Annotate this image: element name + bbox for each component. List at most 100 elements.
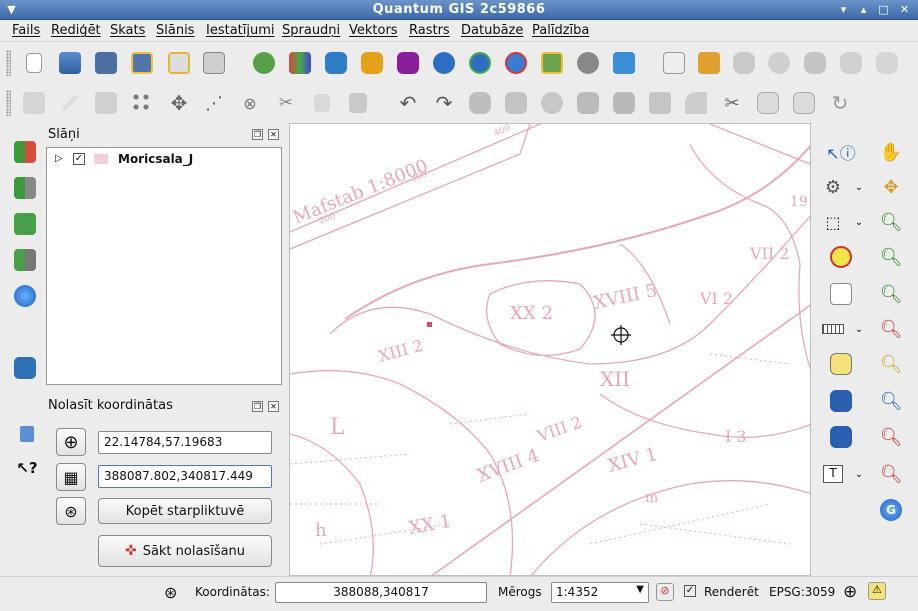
redo-icon[interactable]: ↷ — [430, 89, 458, 117]
change-label-icon[interactable] — [873, 49, 901, 77]
offset-curve-icon[interactable] — [682, 89, 710, 117]
new-shapefile-icon[interactable] — [538, 49, 566, 77]
close-panel-icon[interactable]: ✕ — [268, 401, 279, 412]
select-features-icon[interactable]: ⬚ — [820, 209, 846, 235]
float-panel-icon[interactable]: ❐ — [252, 401, 263, 412]
cut-features-icon[interactable]: ✂ — [272, 89, 300, 117]
track-mouse-button[interactable]: ⊛ — [56, 497, 86, 525]
add-spatialite-layer-icon[interactable] — [358, 49, 386, 77]
dropdown-arrow-icon[interactable]: ⌄ — [846, 209, 872, 235]
coordinate-toggle-icon[interactable]: ⊛ — [164, 583, 177, 602]
projected-crs-button[interactable]: ▦ — [56, 463, 86, 491]
toggle-editing-icon[interactable] — [56, 89, 84, 117]
raster-local-stretch-icon[interactable] — [12, 247, 38, 273]
add-raster-layer-icon[interactable] — [286, 49, 314, 77]
spell-check-icon[interactable] — [660, 49, 688, 77]
delete-part-icon[interactable] — [610, 89, 638, 117]
menu-edit[interactable]: Rediģēt — [51, 23, 101, 38]
merge-attributes-icon[interactable] — [790, 89, 818, 117]
crs-status-label[interactable]: EPSG:3059 — [769, 585, 835, 599]
minimize-icon[interactable]: ▾ — [836, 3, 851, 17]
menu-settings[interactable]: Iestatījumi — [206, 23, 275, 38]
show-hide-labels-icon[interactable] — [765, 49, 793, 77]
render-checkbox[interactable]: ✓ — [684, 585, 696, 597]
zoom-out-icon[interactable]: 🔍︎ — [878, 244, 904, 270]
rotate-label-icon[interactable] — [837, 49, 865, 77]
layer-name[interactable]: Moricsala_J — [118, 152, 193, 166]
layer-visibility-checkbox[interactable]: ✓ — [73, 153, 85, 165]
save-project-icon[interactable] — [92, 49, 120, 77]
dropdown-arrow-icon[interactable]: ⌄ — [846, 174, 872, 200]
expand-arrow-icon[interactable]: ▷ — [55, 153, 63, 164]
stop-rendering-icon[interactable]: ⊘ — [656, 583, 674, 601]
style-manager-icon[interactable] — [695, 49, 723, 77]
remove-layer-icon[interactable] — [574, 49, 602, 77]
database-manager-icon[interactable] — [12, 355, 38, 381]
map-canvas[interactable]: Mafstab 1:8000 200 300 400 XX 2 XVIII 5 … — [289, 123, 811, 576]
paste-features-icon[interactable] — [344, 89, 372, 117]
save-as-icon[interactable] — [128, 49, 156, 77]
projected-coord-field[interactable]: 388087.802,340817.449 — [98, 465, 272, 488]
merge-features-icon[interactable] — [754, 89, 782, 117]
reshape-features-icon[interactable] — [646, 89, 674, 117]
restore-icon[interactable]: ▴ — [856, 3, 871, 17]
toolbar-grip[interactable] — [6, 90, 11, 116]
pan-hand-icon[interactable]: ✋ — [878, 139, 904, 165]
add-wfs-layer-icon[interactable] — [502, 49, 530, 77]
float-panel-icon[interactable]: ❐ — [252, 129, 263, 140]
start-capture-button[interactable]: ✜ Sākt nolasīšanu — [98, 535, 272, 567]
globe-icon[interactable] — [12, 283, 38, 309]
delete-ring-icon[interactable] — [574, 89, 602, 117]
add-part-icon[interactable] — [538, 89, 566, 117]
add-ring-icon[interactable] — [502, 89, 530, 117]
print-composer-icon[interactable] — [165, 49, 193, 77]
refresh-icon[interactable]: G — [878, 497, 904, 523]
add-mssql-layer-icon[interactable] — [394, 49, 422, 77]
run-action-icon[interactable]: ⚙ — [820, 174, 846, 200]
text-annotation-icon[interactable]: T — [820, 461, 846, 487]
pan-to-selection-icon[interactable]: ✥ — [878, 174, 904, 200]
deselect-features-icon[interactable] — [828, 244, 854, 270]
zoom-full-icon[interactable]: 🔍︎ — [878, 281, 904, 307]
zoom-in-icon[interactable]: 🔍︎ — [878, 209, 904, 235]
identify-features-icon[interactable]: ↖ⓘ — [826, 139, 855, 165]
new-bookmark-icon[interactable] — [828, 388, 854, 414]
coordinates-field[interactable]: 388088,340817 — [275, 582, 487, 603]
menu-vector[interactable]: Vektors — [349, 23, 398, 38]
open-project-icon[interactable] — [56, 49, 84, 77]
move-label-icon[interactable] — [801, 49, 829, 77]
gps-tools-icon[interactable] — [610, 49, 638, 77]
menu-raster[interactable]: Rastrs — [409, 23, 450, 38]
geographic-coord-field[interactable]: 22.14784,57.19683 — [98, 431, 272, 454]
add-vector-layer-icon[interactable] — [250, 49, 278, 77]
raster-stretch-icon[interactable] — [12, 175, 38, 201]
print-icon[interactable] — [200, 49, 228, 77]
menu-help[interactable]: Palīdzība — [532, 23, 589, 38]
close-icon[interactable]: ✕ — [897, 3, 912, 17]
add-wcs-layer-icon[interactable] — [466, 49, 494, 77]
geographic-crs-button[interactable]: ⊕ — [56, 428, 86, 456]
undo-icon[interactable]: ↶ — [394, 89, 422, 117]
toolbar-grip[interactable] — [6, 50, 11, 76]
maximize-icon[interactable]: □ — [876, 3, 891, 17]
raster-histogram-icon[interactable] — [12, 139, 38, 165]
zoom-to-layer-icon[interactable]: 🔍︎ — [878, 351, 904, 377]
split-features-icon[interactable]: ✂ — [718, 89, 746, 117]
copy-to-clipboard-button[interactable]: Kopēt starpliktuvē — [98, 498, 272, 524]
messages-warning-icon[interactable]: ⚠ — [868, 582, 886, 600]
menu-view[interactable]: Skats — [110, 23, 145, 38]
add-postgis-layer-icon[interactable] — [322, 49, 350, 77]
zoom-native-resolution-icon[interactable]: 🔍︎ — [878, 388, 904, 414]
crs-projection-icon[interactable]: ⊕ — [843, 582, 857, 602]
delete-selected-icon[interactable]: ⊗ — [236, 89, 264, 117]
add-feature-icon[interactable] — [128, 89, 156, 117]
zoom-last-icon[interactable]: 🔍︎ — [878, 424, 904, 450]
measure-line-icon[interactable] — [820, 316, 846, 342]
node-tool-icon[interactable]: ⋰ — [200, 89, 228, 117]
help-book-icon[interactable] — [14, 421, 40, 447]
map-tips-icon[interactable] — [828, 351, 854, 377]
menu-file[interactable]: Fails — [12, 23, 40, 38]
zoom-to-selection-icon[interactable]: 🔍︎ — [878, 316, 904, 342]
current-edits-icon[interactable] — [20, 89, 48, 117]
scale-combo[interactable]: 1:4352 ▼ — [551, 582, 649, 603]
